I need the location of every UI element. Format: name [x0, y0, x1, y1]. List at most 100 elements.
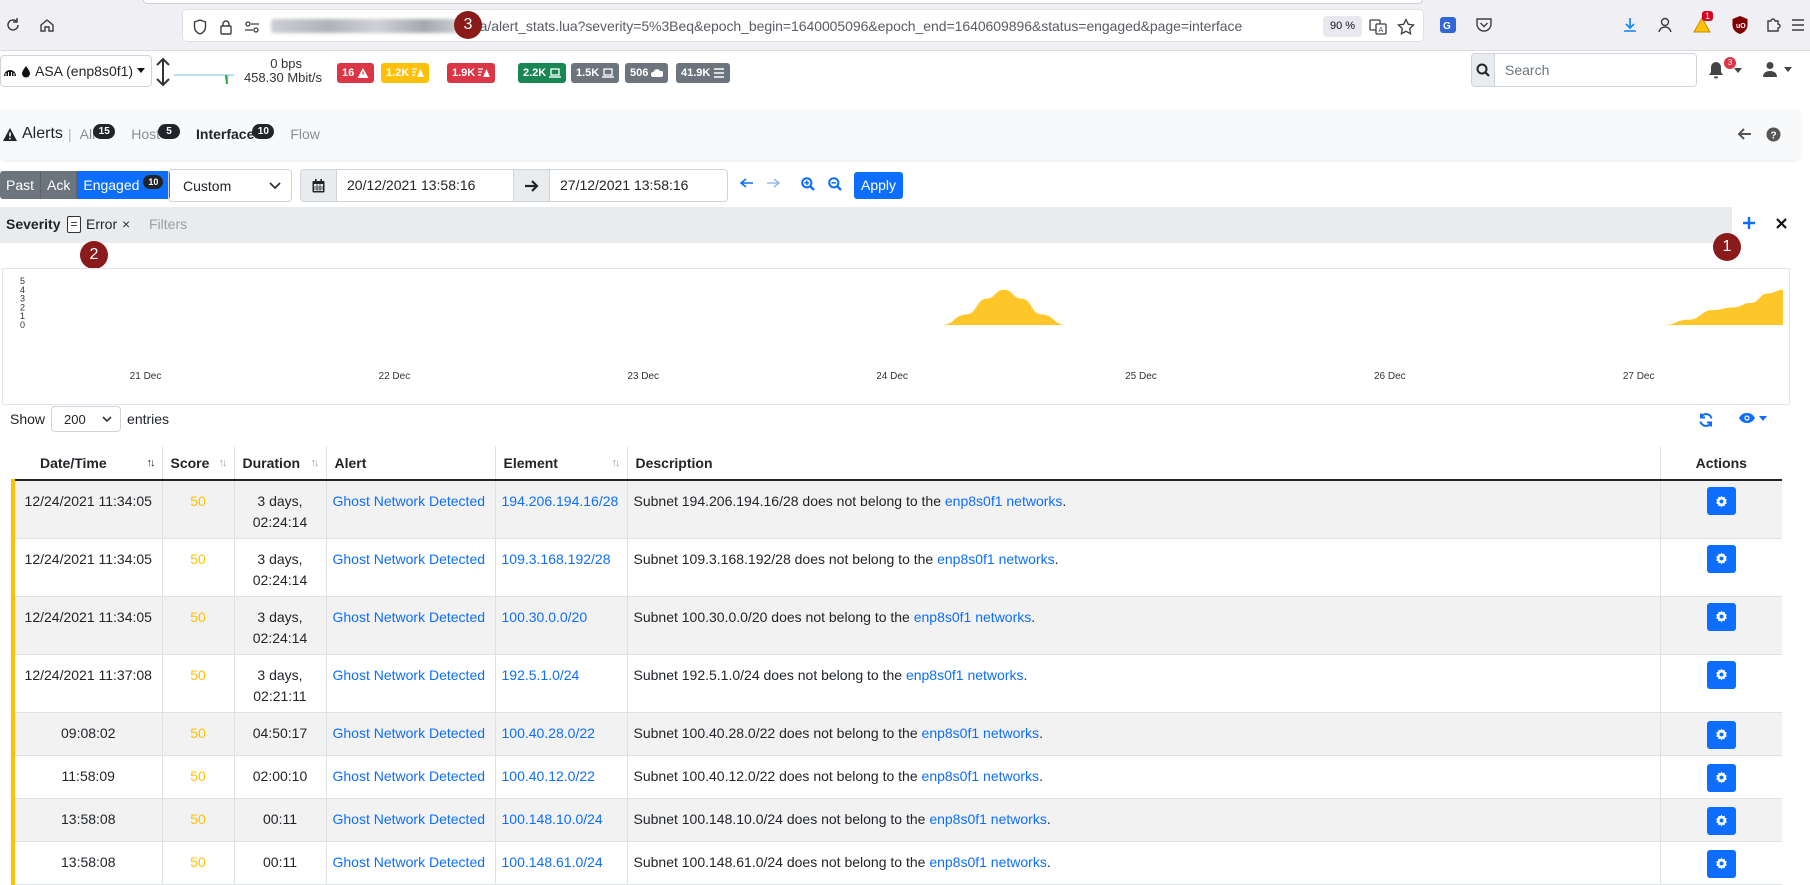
actions-button[interactable] [1706, 487, 1736, 515]
zoom-in-icon[interactable] [801, 177, 815, 191]
networks-link[interactable]: enp8s0f1 networks [922, 725, 1040, 741]
status-engaged-label: Engaged [83, 177, 140, 193]
time-back-icon[interactable] [740, 178, 754, 188]
element-link[interactable]: 100.40.12.0/22 [502, 768, 595, 784]
back-arrow-icon[interactable] [1738, 127, 1752, 141]
help-icon[interactable]: ? [1766, 127, 1781, 142]
extension-alert-icon[interactable]: 1 [1690, 11, 1714, 37]
alert-link[interactable]: Ghost Network Detected [333, 609, 486, 625]
refresh-icon[interactable] [1698, 412, 1714, 428]
element-link[interactable]: 100.40.28.0/22 [502, 725, 595, 741]
alert-link[interactable]: Ghost Network Detected [333, 725, 486, 741]
account-sync-icon[interactable] [1654, 13, 1678, 37]
status-badge[interactable]: 1.2K [381, 63, 430, 83]
alert-link[interactable]: Ghost Network Detected [333, 551, 486, 567]
cell-element: 100.148.10.0/24 [495, 798, 628, 842]
column-visibility-toggle[interactable] [1738, 412, 1767, 424]
notifications-dropdown[interactable]: 3 [1708, 57, 1748, 83]
user-icon [1763, 62, 1777, 77]
user-menu[interactable] [1762, 61, 1802, 83]
tag-remove-button[interactable]: × [122, 216, 130, 232]
time-range-select[interactable]: Custom [168, 169, 292, 202]
networks-link[interactable]: enp8s0f1 networks [929, 854, 1047, 870]
status-engaged-button[interactable]: Engaged 10 [77, 171, 171, 199]
networks-link[interactable]: enp8s0f1 networks [937, 551, 1055, 567]
interface-dropdown[interactable]: ASA (enp8s0f1) [0, 55, 153, 87]
calendar-icon[interactable] [301, 170, 336, 201]
close-icon[interactable] [1776, 218, 1787, 229]
page-length-select[interactable]: 200 [51, 406, 122, 432]
date-begin-input[interactable]: 20/12/2021 13:58:16 [336, 170, 514, 201]
shield-icon[interactable] [191, 18, 209, 36]
actions-button[interactable] [1706, 849, 1736, 878]
date-end-input[interactable]: 27/12/2021 13:58:16 [549, 170, 727, 201]
search-input[interactable] [1495, 54, 1696, 86]
alert-link[interactable]: Ghost Network Detected [333, 493, 486, 509]
reload-icon[interactable] [2, 14, 24, 36]
score-value: 50 [190, 666, 206, 683]
status-badge[interactable]: 1.5K [571, 63, 620, 83]
actions-button[interactable] [1706, 602, 1736, 631]
alert-link[interactable]: Ghost Network Detected [333, 811, 486, 827]
puzzle-icon[interactable] [1762, 13, 1786, 37]
home-icon[interactable] [36, 14, 58, 36]
alert-link[interactable]: Ghost Network Detected [333, 854, 486, 870]
element-link[interactable]: 100.148.10.0/24 [502, 811, 603, 827]
col-description[interactable]: Description [627, 446, 1661, 481]
col-duration[interactable]: Duration ↑↓ [234, 446, 327, 481]
browser-tab[interactable] [143, 0, 1423, 4]
col-element[interactable]: Element ↑↓ [495, 446, 628, 481]
permissions-icon[interactable] [243, 18, 261, 36]
menu-icon[interactable] [1790, 13, 1806, 37]
bookmark-star-icon[interactable] [1396, 17, 1416, 37]
alert-link[interactable]: Ghost Network Detected [333, 667, 486, 683]
zoom-out-icon[interactable] [828, 177, 842, 191]
actions-button[interactable] [1706, 806, 1736, 835]
alert-link[interactable]: Ghost Network Detected [333, 768, 486, 784]
zoom-level[interactable]: 90 % [1323, 16, 1363, 37]
element-link[interactable]: 192.5.1.0/24 [502, 667, 580, 683]
element-link[interactable]: 109.3.168.192/28 [502, 551, 611, 567]
status-badge[interactable]: 506 [625, 63, 669, 83]
element-link[interactable]: 194.206.194.16/28 [502, 493, 619, 509]
col-alert[interactable]: Alert [326, 446, 496, 481]
translate-extension-icon[interactable]: G [1436, 13, 1460, 37]
col-datetime[interactable]: Date/Time ↑↓ [13, 446, 163, 481]
status-badge[interactable]: 41.9K [676, 63, 731, 83]
tab-interface[interactable]: Interface 10 [196, 123, 275, 142]
pocket-icon[interactable] [1472, 13, 1496, 37]
time-forward-icon[interactable] [766, 178, 780, 188]
networks-link[interactable]: enp8s0f1 networks [906, 667, 1024, 683]
search-button[interactable] [1472, 54, 1495, 86]
download-icon[interactable] [1618, 13, 1642, 37]
actions-button[interactable] [1706, 544, 1736, 573]
status-badge[interactable]: 16 [337, 63, 375, 83]
url-text[interactable]: /lua/alert_stats.lua?severity=5%3Beq&epo… [465, 18, 1242, 34]
col-score[interactable]: Score ↑↓ [162, 446, 235, 481]
status-past-button[interactable]: Past [0, 171, 42, 199]
tab-flow[interactable]: Flow [290, 126, 320, 142]
apply-button[interactable]: Apply [854, 172, 903, 199]
element-link[interactable]: 100.148.61.0/24 [502, 854, 603, 870]
networks-link[interactable]: enp8s0f1 networks [922, 768, 1040, 784]
actions-button[interactable] [1706, 660, 1736, 689]
tab-host[interactable]: Host 5 [131, 123, 180, 142]
element-link[interactable]: 100.30.0.0/20 [502, 609, 588, 625]
networks-link[interactable]: enp8s0f1 networks [914, 609, 1032, 625]
url-bar[interactable]: /lua/alert_stats.lua?severity=5%3Beq&epo… [182, 9, 1424, 42]
ublock-icon[interactable]: uO [1728, 13, 1752, 37]
add-filter-icon[interactable] [1742, 216, 1756, 230]
status-ack-button[interactable]: Ack [41, 171, 78, 199]
translate-icon[interactable]: A [1368, 17, 1388, 37]
tab-all[interactable]: All 15 [80, 123, 116, 142]
tag-filter-input[interactable]: Filters [149, 216, 187, 232]
networks-link[interactable]: enp8s0f1 networks [945, 493, 1063, 509]
lock-icon[interactable] [217, 18, 235, 36]
status-badge[interactable]: 2.2K [518, 63, 567, 83]
networks-link[interactable]: enp8s0f1 networks [929, 811, 1047, 827]
status-badge[interactable]: 1.9K [447, 63, 496, 83]
actions-button[interactable] [1706, 720, 1736, 749]
tag-operator[interactable]: = [67, 216, 81, 233]
time-range-value: Custom [183, 177, 232, 194]
actions-button[interactable] [1706, 763, 1736, 792]
